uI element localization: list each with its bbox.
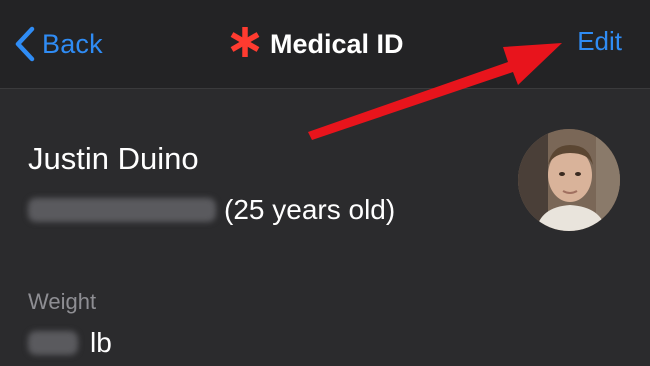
birthdate-row: (25 years old) <box>28 192 395 228</box>
profile-name: Justin Duino <box>28 141 199 176</box>
person-photo-icon <box>518 129 620 231</box>
back-button[interactable]: Back <box>14 22 103 66</box>
birthdate-redacted <box>28 198 216 222</box>
medical-id-content: Justin Duino (25 years old) Weight lb <box>0 89 650 366</box>
medical-asterisk-icon <box>228 25 262 64</box>
avatar <box>518 129 620 231</box>
navigation-bar: Back Medical ID Edit <box>0 0 650 89</box>
weight-unit: lb <box>90 327 112 358</box>
edit-button[interactable]: Edit <box>577 26 622 57</box>
weight-row: lb <box>28 325 112 361</box>
weight-label: Weight <box>28 289 97 314</box>
weight-value-redacted <box>28 331 78 355</box>
medical-id-screen: Back Medical ID Edit Justin Duino (25 ye… <box>0 0 650 366</box>
back-label: Back <box>42 28 103 59</box>
chevron-left-icon <box>14 26 36 62</box>
page-title: Medical ID <box>270 28 404 59</box>
age-text: (25 years old) <box>224 194 396 225</box>
nav-title-group: Medical ID <box>228 24 404 64</box>
